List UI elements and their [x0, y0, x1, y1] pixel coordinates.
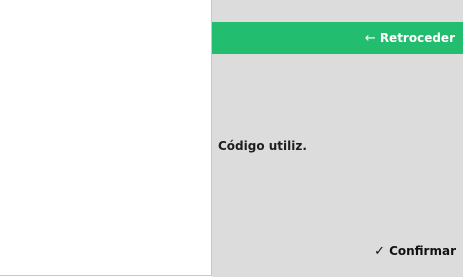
- arrow-left-icon: ←: [364, 30, 376, 46]
- confirm-button-label: Confirmar: [389, 244, 456, 258]
- right-panel: ← Retroceder Código utiliz. ✓ Confirmar: [212, 0, 463, 277]
- confirm-button[interactable]: ✓ Confirmar: [374, 244, 456, 258]
- left-pane: [0, 0, 212, 276]
- app-window: ← Retroceder Código utiliz. ✓ Confirmar: [0, 0, 463, 277]
- check-icon: ✓: [374, 243, 386, 259]
- back-button[interactable]: ← Retroceder: [212, 22, 463, 54]
- back-button-label: Retroceder: [379, 31, 455, 45]
- code-label: Código utiliz.: [218, 139, 307, 153]
